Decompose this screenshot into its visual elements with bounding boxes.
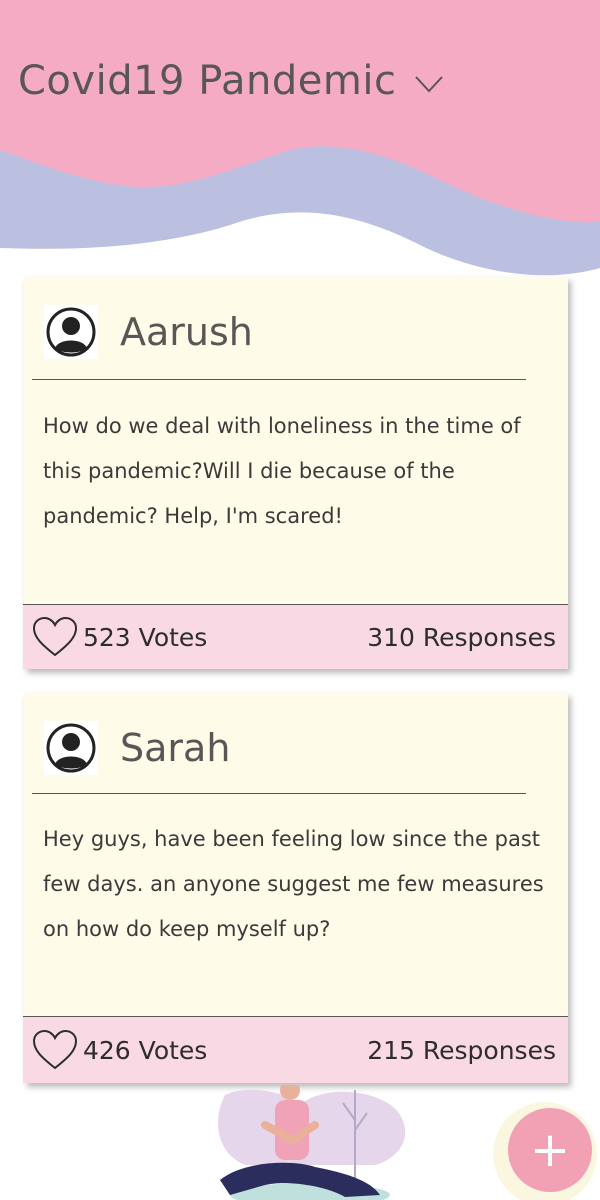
avatar[interactable]	[44, 305, 98, 359]
yoga-illustration	[217, 1085, 406, 1200]
plus-icon: +	[529, 1122, 571, 1178]
votes-count: 523 Votes	[83, 622, 208, 652]
chevron-down-icon[interactable]	[414, 74, 444, 94]
responses-link[interactable]: 215 Responses	[367, 1036, 556, 1065]
topic-selector[interactable]: Covid19 Pandemic	[18, 58, 444, 104]
post-text: Hey guys, have been feeling low since th…	[43, 827, 544, 941]
post-header: Sarah	[44, 721, 230, 775]
votes-count: 426 Votes	[83, 1035, 208, 1065]
author-name[interactable]: Sarah	[120, 726, 230, 770]
divider	[32, 379, 526, 380]
user-icon	[46, 307, 96, 357]
post-footer: 523 Votes 310 Responses	[23, 604, 568, 669]
header-background	[0, 0, 600, 276]
post-header: Aarush	[44, 305, 253, 359]
avatar[interactable]	[44, 721, 98, 775]
user-icon	[46, 723, 96, 773]
post-card[interactable]: Sarah Hey guys, have been feeling low si…	[23, 693, 568, 1083]
heart-icon[interactable]	[31, 1028, 79, 1072]
author-name[interactable]: Aarush	[120, 310, 253, 354]
divider	[32, 793, 526, 794]
post-text: How do we deal with loneliness in the ti…	[43, 414, 521, 528]
responses-link[interactable]: 310 Responses	[367, 623, 556, 652]
topic-title: Covid19 Pandemic	[18, 58, 397, 104]
post-footer: 426 Votes 215 Responses	[23, 1016, 568, 1083]
add-post-button[interactable]: +	[508, 1108, 592, 1192]
heart-icon[interactable]	[31, 615, 79, 659]
post-card[interactable]: Aarush How do we deal with loneliness in…	[23, 277, 568, 669]
